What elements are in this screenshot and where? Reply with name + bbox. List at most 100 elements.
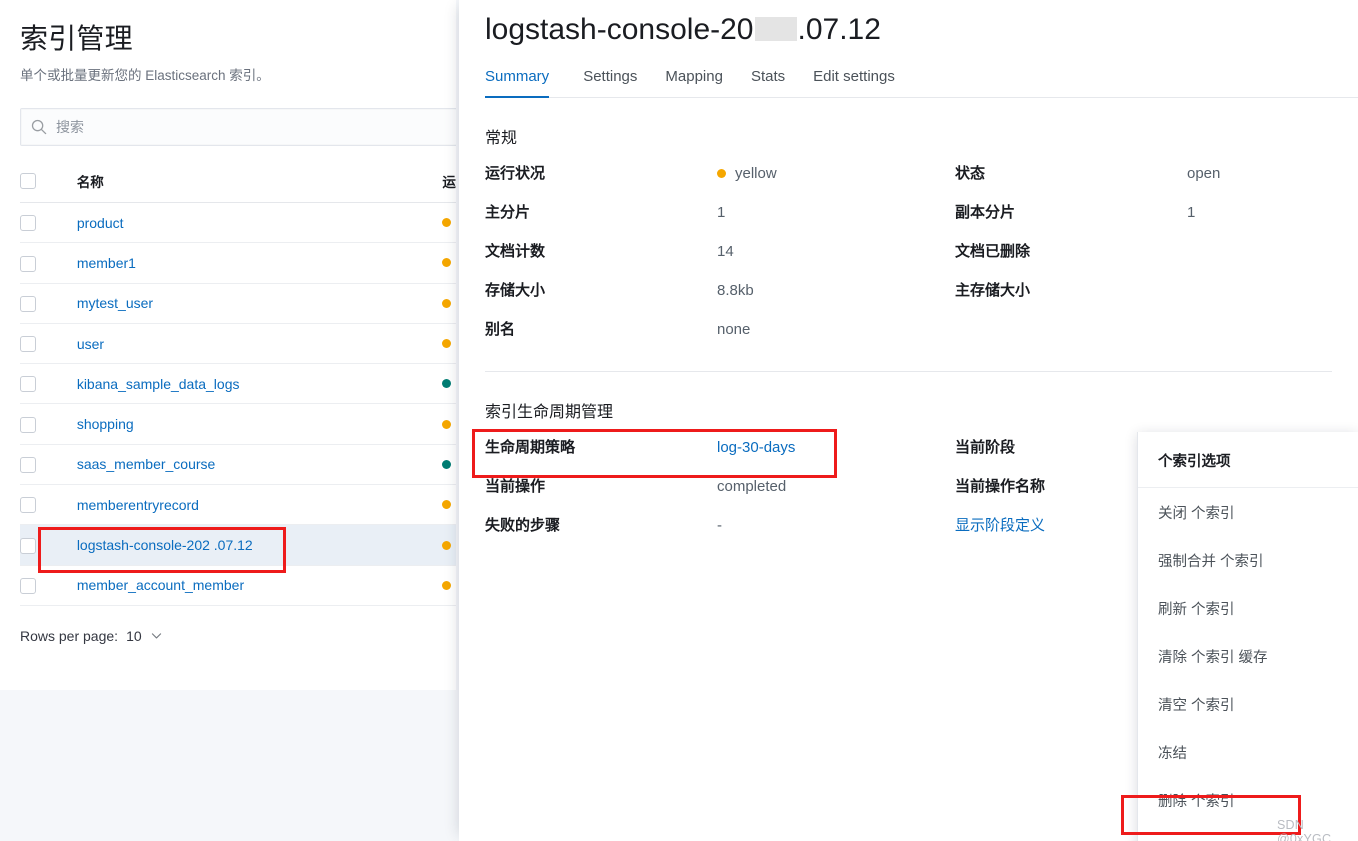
menu-header: 个索引选项 <box>1138 432 1358 488</box>
tab-edit-settings[interactable]: Edit settings <box>799 60 909 97</box>
select-all-checkbox[interactable] <box>20 173 36 189</box>
menu-item[interactable]: 刷新 个索引 <box>1138 584 1358 632</box>
tab-mapping[interactable]: Mapping <box>651 60 737 97</box>
row-name-cell: shopping <box>77 404 443 444</box>
search-placeholder: 搜索 <box>56 117 84 137</box>
row-health-cell: yellow <box>442 243 456 283</box>
row-checkbox[interactable] <box>20 538 36 554</box>
tab-summary[interactable]: Summary <box>485 60 569 97</box>
general-field-label: 副本分片 <box>955 201 1187 222</box>
row-checkbox[interactable] <box>20 296 36 312</box>
index-options-menu: 个索引选项 关闭 个索引强制合并 个索引刷新 个索引清除 个索引 缓存清空 个索… <box>1137 432 1358 841</box>
menu-items: 关闭 个索引强制合并 个索引刷新 个索引清除 个索引 缓存清空 个索引冻结删除 … <box>1138 488 1358 841</box>
column-header-health[interactable]: 运行状况 <box>442 165 456 203</box>
index-name-link[interactable]: product <box>77 215 124 231</box>
column-header-name[interactable]: 名称 <box>77 165 443 203</box>
index-name-link[interactable]: mytest_user <box>77 295 153 311</box>
general-field-value: 8.8kb <box>717 282 955 299</box>
row-checkbox[interactable] <box>20 578 36 594</box>
general-field-label: 文档已删除 <box>955 240 1187 261</box>
ilm-field-row: 生命周期策略log-30-days <box>485 436 955 457</box>
index-name-link[interactable]: kibana_sample_data_logs <box>77 376 240 392</box>
row-checkbox[interactable] <box>20 336 36 352</box>
health-dot-icon <box>442 500 451 509</box>
ilm-field-label: 生命周期策略 <box>485 436 717 457</box>
row-name-cell: memberentryrecord <box>77 485 443 525</box>
health-status: yellow <box>717 165 955 182</box>
row-select-cell <box>20 485 77 525</box>
index-name-link[interactable]: logstash-console-202 .07.12 <box>77 537 253 553</box>
table-row[interactable]: productyellow <box>20 203 456 243</box>
health-status: yellow <box>442 537 456 553</box>
row-name-cell: mytest_user <box>77 283 443 323</box>
general-left-column: 运行状况yellow主分片1文档计数14存储大小8.8kb别名none <box>485 162 955 357</box>
table-row[interactable]: shopping yellow <box>20 404 456 444</box>
row-select-cell <box>20 243 77 283</box>
flyout-title: logstash-console-20 .07.12 <box>485 8 1358 52</box>
row-health-cell: yellow <box>442 283 456 323</box>
index-name-link[interactable]: shopping <box>77 416 134 432</box>
table-body: productyellowmember1yellowmytest_useryel… <box>20 203 456 606</box>
table-row[interactable]: member1 yellow <box>20 243 456 283</box>
row-checkbox[interactable] <box>20 256 36 272</box>
row-checkbox[interactable] <box>20 457 36 473</box>
index-name-link[interactable]: member_account_member <box>77 577 244 593</box>
row-select-cell <box>20 404 77 444</box>
general-field-label: 主分片 <box>485 201 717 222</box>
row-checkbox[interactable] <box>20 417 36 433</box>
index-name-link[interactable]: member1 <box>77 255 136 271</box>
flyout-title-suffix: .07.12 <box>798 8 881 52</box>
tab-stats[interactable]: Stats <box>737 60 799 97</box>
health-dot-icon <box>442 299 451 308</box>
ilm-field-row: 失败的步骤- <box>485 514 955 535</box>
row-select-cell <box>20 323 77 363</box>
health-dot-icon <box>442 420 451 429</box>
menu-item[interactable]: 删除 个索引 <box>1138 776 1358 824</box>
general-field-row: 文档计数14 <box>485 240 955 261</box>
menu-item[interactable]: 关闭 个索引 <box>1138 488 1358 536</box>
ilm-field-value: - <box>717 517 955 534</box>
row-checkbox[interactable] <box>20 376 36 392</box>
row-health-cell: yellow <box>442 485 456 525</box>
ilm-field-row: 当前操作completed <box>485 475 955 496</box>
menu-item[interactable]: 强制合并 个索引 <box>1138 536 1358 584</box>
table-row[interactable]: user yellow <box>20 323 456 363</box>
general-field-label: 运行状况 <box>485 162 717 183</box>
rows-per-page-selector[interactable]: Rows per page: 10 <box>20 628 456 644</box>
health-status: yellow <box>442 336 456 352</box>
health-dot-icon <box>442 218 451 227</box>
table-row[interactable]: saas_member_coursegreen <box>20 444 456 484</box>
general-field-label: 存储大小 <box>485 279 717 300</box>
row-checkbox[interactable] <box>20 215 36 231</box>
general-field-row: 文档已删除 <box>955 240 1358 261</box>
general-right-column: 状态open副本分片1文档已删除主存储大小 <box>955 162 1358 357</box>
index-name-link[interactable]: user <box>77 336 104 352</box>
search-input[interactable]: 搜索 <box>20 108 456 146</box>
redacted-block <box>755 17 797 41</box>
general-field-label: 状态 <box>955 162 1187 183</box>
ilm-left-column: 生命周期策略log-30-days 当前操作completed 失败的步骤- <box>485 436 955 553</box>
health-status: green <box>442 376 456 392</box>
row-name-cell: member_account_member <box>77 565 443 605</box>
page-subtitle: 单个或批量更新您的 Elasticsearch 索引。 <box>20 66 456 86</box>
menu-item[interactable]: 冻结 <box>1138 728 1358 776</box>
table-row[interactable]: member_account_memberyellow <box>20 565 456 605</box>
menu-item[interactable]: 清空 个索引 <box>1138 680 1358 728</box>
row-checkbox[interactable] <box>20 497 36 513</box>
tab-settings[interactable]: Settings <box>569 60 651 97</box>
table-row[interactable]: memberentryrecord yellow <box>20 485 456 525</box>
general-field-value: 1 <box>717 204 955 221</box>
health-dot-icon <box>442 379 451 388</box>
row-health-cell: green <box>442 364 456 404</box>
index-name-link[interactable]: saas_member_course <box>77 456 216 472</box>
health-status: yellow <box>442 416 456 432</box>
ilm-field-value[interactable]: log-30-days <box>717 439 955 456</box>
index-name-link[interactable]: memberentryrecord <box>77 497 199 513</box>
health-dot-icon <box>442 460 451 469</box>
table-row[interactable]: mytest_user yellow <box>20 283 456 323</box>
table-row[interactable]: logstash-console-202 .07.12 yellow <box>20 525 456 565</box>
general-field-row: 运行状况yellow <box>485 162 955 183</box>
table-row[interactable]: kibana_sample_data_logs green <box>20 364 456 404</box>
menu-item[interactable]: 清除 个索引 缓存 <box>1138 632 1358 680</box>
indices-table: 名称 运行状况 productyellowmember1yellowmytest… <box>20 165 456 606</box>
